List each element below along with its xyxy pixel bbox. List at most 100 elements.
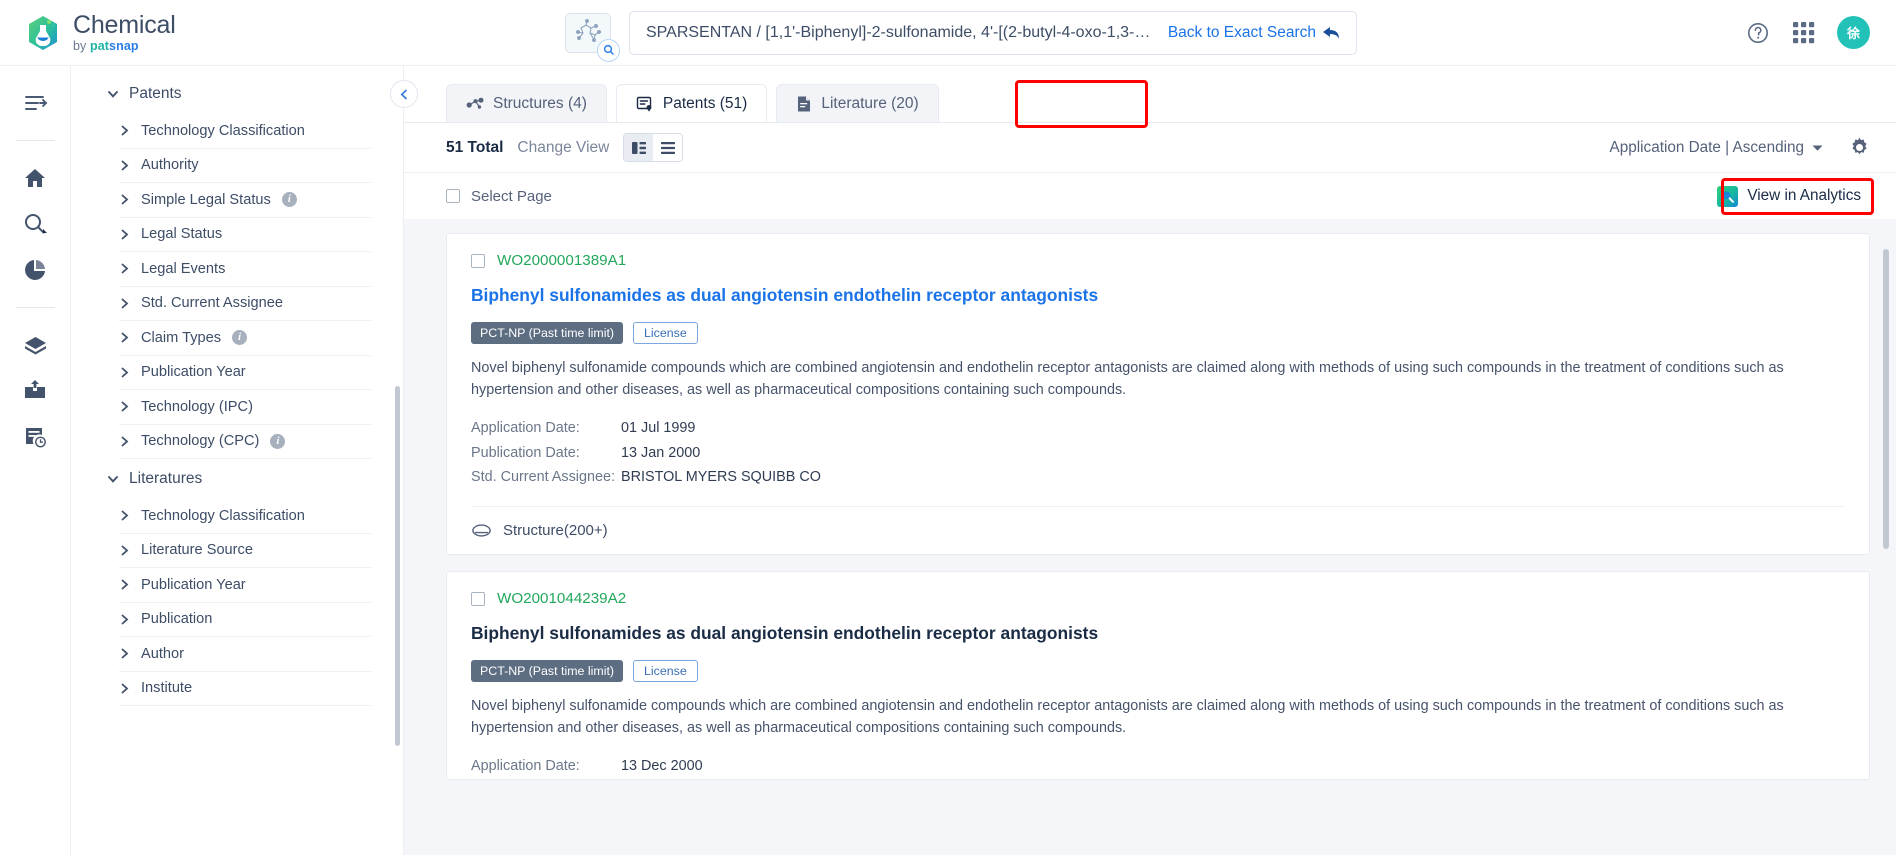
meta-row: Application Date: 01 Jul 1999 [471, 416, 1845, 441]
filter-item-label: Technology (CPC) [141, 433, 260, 450]
result-badges: PCT-NP (Past time limit) License [471, 660, 1845, 683]
top-bar: Chemical by patsnap SPARSENTAN / [1,1'-B… [0, 0, 1896, 66]
gear-icon[interactable] [1849, 137, 1870, 158]
filter-item-label: Institute [141, 680, 193, 697]
results-toolbar: 51 Total Change View Application Date | … [404, 122, 1896, 172]
tab-patents[interactable]: Patents (51) [615, 84, 768, 122]
filter-item-publication-year[interactable]: Publication Year [119, 356, 371, 390]
status-badge: PCT-NP (Past time limit) [471, 322, 624, 344]
change-view-button[interactable]: Change View [517, 139, 609, 157]
chevron-right-icon [119, 229, 130, 240]
filter-sidebar-scrollbar[interactable] [395, 386, 400, 746]
publication-number[interactable]: WO2001044239A2 [497, 590, 626, 607]
back-to-exact-search-button[interactable]: Back to Exact Search [1168, 24, 1340, 42]
structure-magnifier-badge-icon[interactable] [597, 38, 620, 62]
meta-row: Std. Current Assignee: BRISTOL MYERS SQU… [471, 465, 1845, 490]
patent-doc-icon [636, 95, 654, 113]
filter-item-legal-events[interactable]: Legal Events [119, 252, 371, 287]
brand-tagline: by patsnap [73, 40, 176, 53]
filter-item-lit-technology-classification[interactable]: Technology Classification [119, 499, 371, 534]
meta-key: Application Date: [471, 757, 580, 774]
list-view-icon[interactable] [653, 134, 683, 161]
result-card[interactable]: WO2000001389A1 Biphenyl sulfonamides as … [446, 233, 1870, 556]
view-in-analytics-button[interactable]: View in Analytics [1708, 181, 1870, 212]
tab-patents-label: Patents (51) [662, 94, 748, 112]
tab-literature-label: Literature (20) [821, 94, 919, 112]
chevron-right-icon [119, 648, 130, 659]
app-root: Chemical by patsnap SPARSENTAN / [1,1'-B… [0, 0, 1896, 855]
structure-icon [471, 522, 492, 539]
select-page-label[interactable]: Select Page [471, 188, 552, 205]
apps-grid-icon[interactable] [1792, 21, 1815, 44]
chevron-down-icon [107, 473, 119, 485]
filter-item-authority[interactable]: Authority [119, 149, 371, 183]
result-card-header: WO2000001389A1 [471, 252, 1845, 269]
brand-snap: snap [109, 38, 139, 53]
filter-item-author[interactable]: Author [119, 637, 371, 672]
meta-value: BRISTOL MYERS SQUIBB CO [621, 469, 821, 486]
result-checkbox[interactable] [471, 591, 485, 606]
publication-number[interactable]: WO2000001389A1 [497, 252, 626, 269]
results-scrollbar[interactable] [1883, 249, 1889, 549]
meta-key: Publication Date: [471, 444, 580, 461]
filter-group-header-patents[interactable]: Patents [71, 74, 403, 114]
filter-group-header-literatures[interactable]: Literatures [71, 459, 403, 499]
filter-item-publication[interactable]: Publication [119, 603, 371, 637]
structure-expander[interactable]: Structure(200+) [471, 506, 1845, 554]
filter-item-label: Authority [141, 157, 199, 174]
filter-item-legal-status[interactable]: Legal Status [119, 218, 371, 252]
structure-search-button[interactable] [565, 12, 620, 62]
result-card[interactable]: WO2001044239A2 Biphenyl sulfonamides as … [446, 571, 1870, 780]
filter-item-label: Technology Classification [141, 507, 305, 524]
chevron-right-icon [119, 579, 130, 590]
card-view-icon[interactable] [624, 134, 654, 161]
brand-logo-area[interactable]: Chemical by patsnap [0, 12, 300, 53]
list-clock-icon[interactable] [12, 414, 58, 460]
pie-chart-icon[interactable] [12, 247, 58, 293]
box-icon[interactable] [12, 322, 58, 368]
info-icon[interactable]: i [281, 192, 297, 208]
license-badge: License [633, 322, 698, 344]
info-icon[interactable]: i [232, 330, 248, 346]
filter-item-technology-classification[interactable]: Technology Classification [119, 114, 371, 149]
result-checkbox[interactable] [471, 253, 485, 268]
filter-item-claim-types[interactable]: Claim Types i [119, 321, 371, 356]
filter-item-lit-publication-year[interactable]: Publication Year [119, 568, 371, 603]
expand-panel-icon[interactable] [12, 80, 58, 126]
search-input-box[interactable]: SPARSENTAN / [1,1'-Biphenyl]-2-sulfonami… [629, 10, 1357, 55]
result-title[interactable]: Biphenyl sulfonamides as dual angiotensi… [471, 623, 1845, 644]
home-icon[interactable] [12, 155, 58, 201]
filter-item-literature-source[interactable]: Literature Source [119, 534, 371, 568]
view-in-analytics-label: View in Analytics [1747, 187, 1861, 204]
molecule-icon [466, 96, 484, 112]
tab-structures[interactable]: Structures (4) [446, 84, 607, 122]
filter-item-label: Technology Classification [141, 122, 305, 139]
filter-item-institute[interactable]: Institute [119, 672, 371, 706]
sort-dropdown-label: Application Date | Ascending [1609, 138, 1804, 156]
meta-key: Application Date: [471, 419, 580, 436]
inbox-upload-icon[interactable] [12, 368, 58, 414]
meta-key: Std. Current Assignee: [471, 469, 615, 486]
chevron-right-icon [119, 683, 130, 694]
meta-value: 01 Jul 1999 [621, 419, 696, 436]
search-input[interactable]: SPARSENTAN / [1,1'-Biphenyl]-2-sulfonami… [646, 24, 1156, 42]
brand-by: by [73, 38, 87, 53]
collapse-sidebar-button[interactable] [390, 80, 418, 108]
result-meta: Application Date: 01 Jul 1999 Publicatio… [471, 416, 1845, 490]
patents-tab-highlight [1015, 80, 1148, 128]
filter-item-technology-ipc[interactable]: Technology (IPC) [119, 390, 371, 425]
search-icon[interactable] [12, 201, 58, 247]
help-circle-icon[interactable] [1746, 21, 1770, 45]
tab-literature[interactable]: Literature (20) [776, 84, 939, 122]
filter-group-patents: Patents Technology Classification Author… [71, 74, 403, 459]
result-title[interactable]: Biphenyl sulfonamides as dual angiotensi… [471, 285, 1845, 306]
filter-group-label: Patents [129, 85, 182, 102]
filter-item-label: Publication Year [141, 364, 246, 381]
filter-item-technology-cpc[interactable]: Technology (CPC) i [119, 425, 371, 459]
filter-item-simple-legal-status[interactable]: Simple Legal Status i [119, 183, 371, 218]
sort-dropdown[interactable]: Application Date | Ascending [1610, 139, 1823, 157]
select-page-checkbox[interactable] [446, 189, 460, 203]
info-icon[interactable]: i [270, 433, 286, 449]
filter-item-std-current-assignee[interactable]: Std. Current Assignee [119, 287, 371, 321]
avatar[interactable]: 徐 [1837, 16, 1870, 49]
